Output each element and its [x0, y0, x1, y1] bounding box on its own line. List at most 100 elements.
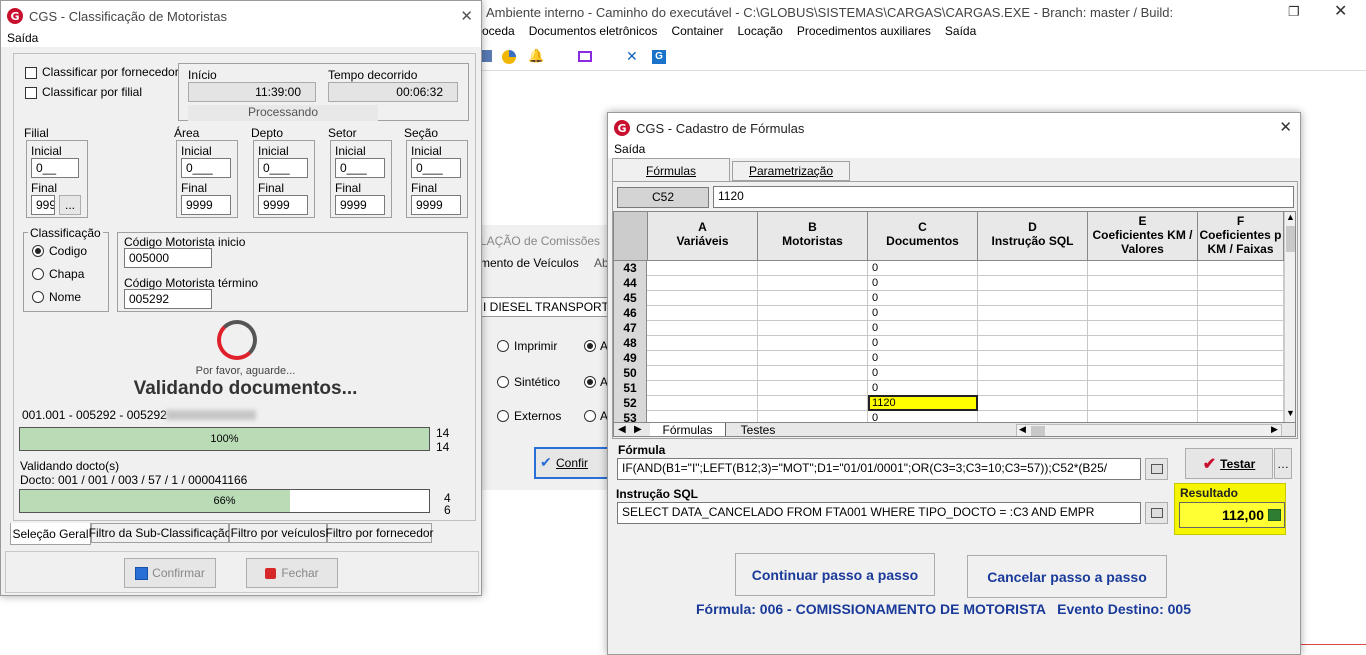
col-header-d[interactable]: D Instrução SQL: [978, 212, 1088, 260]
radio-sintetico[interactable]: [497, 376, 509, 388]
filial-inicial-field[interactable]: 0__: [31, 158, 79, 178]
menu-procedimentos-auxiliares[interactable]: Procedimentos auxiliares: [797, 24, 931, 42]
area-final-label: Final: [181, 181, 208, 195]
vertical-scrollbar[interactable]: ▲ ▼: [1284, 212, 1295, 422]
app-g-icon[interactable]: G: [652, 50, 666, 64]
pie-chart-icon[interactable]: [502, 50, 516, 64]
col-header-b[interactable]: B Motoristas: [758, 212, 868, 260]
scroll-thumb[interactable]: [1286, 226, 1295, 252]
continuar-button[interactable]: Continuar passo a passo: [735, 553, 935, 596]
cell-c[interactable]: 0: [872, 291, 878, 306]
secao-inicial-field[interactable]: 0___: [411, 158, 461, 178]
row-number[interactable]: 45: [614, 291, 647, 306]
radio-chapa[interactable]: [32, 268, 44, 280]
area-inicial-field[interactable]: 0___: [181, 158, 231, 178]
radio-externos[interactable]: [497, 410, 509, 422]
menu-documentos-eletronicos[interactable]: Documentos eletrônicos: [529, 24, 658, 42]
confirm-button[interactable]: ✔ Confir: [534, 447, 610, 479]
tab-selecao-geral[interactable]: Seleção Geral: [10, 523, 91, 545]
tab-parametrizacao[interactable]: Parametrização: [732, 161, 850, 181]
tab-formulas[interactable]: Fórmulas: [612, 158, 730, 182]
row-number[interactable]: 50: [614, 366, 647, 381]
cell-c[interactable]: 0: [872, 336, 878, 351]
depto-inicial-field[interactable]: 0___: [258, 158, 308, 178]
calculator-icon[interactable]: [1268, 509, 1281, 521]
col-header-f[interactable]: F Coeficientes p KM / Faixas: [1198, 212, 1284, 260]
cell-value-field[interactable]: 1120: [713, 186, 1294, 208]
tab-sub-classificacao[interactable]: Filtro da Sub-Classificação: [89, 523, 231, 543]
fechar-button[interactable]: Fechar: [246, 558, 338, 588]
menu-container[interactable]: Container: [671, 24, 723, 42]
cell-c[interactable]: 1120: [872, 396, 896, 411]
row-number[interactable]: 43: [614, 261, 647, 276]
veiculos-tab[interactable]: mento de Veículos: [480, 256, 579, 270]
hscroll-right-icon[interactable]: ▶: [1271, 424, 1278, 435]
setor-final-field[interactable]: 9999: [335, 195, 385, 215]
radio-a3[interactable]: [584, 410, 596, 422]
testar-more-button[interactable]: …: [1274, 448, 1292, 479]
radio-nome[interactable]: [32, 291, 44, 303]
row-number[interactable]: 46: [614, 306, 647, 321]
filial-lookup-button[interactable]: ...: [59, 195, 81, 215]
confirmar-button[interactable]: Confirmar: [124, 558, 216, 588]
chk-filial[interactable]: [25, 87, 37, 99]
hscroll-thumb[interactable]: [1031, 426, 1045, 436]
tab-filtro-fornecedor[interactable]: Filtro por fornecedor: [325, 523, 434, 543]
hscroll-left-icon[interactable]: ◀: [1019, 424, 1026, 435]
sheet-first-icon[interactable]: ◀: [618, 424, 626, 435]
menu-saida[interactable]: Saída: [945, 24, 976, 42]
cell-c[interactable]: 0: [872, 321, 878, 336]
row-number[interactable]: 48: [614, 336, 647, 351]
close-icon[interactable]: ✕: [1334, 1, 1347, 21]
formula-editor-button[interactable]: [1145, 458, 1168, 480]
testar-button[interactable]: ✔ Testar: [1185, 448, 1273, 479]
tab-filtro-veiculos[interactable]: Filtro por veículos: [229, 523, 327, 543]
sheet-tab-testes[interactable]: Testes: [728, 423, 788, 436]
cancelar-button[interactable]: Cancelar passo a passo: [967, 555, 1167, 598]
radio-codigo[interactable]: [32, 245, 44, 257]
cell-c[interactable]: 0: [872, 381, 878, 396]
sheet-tab-formulas[interactable]: Fórmulas: [650, 423, 726, 436]
cell-c[interactable]: 0: [872, 351, 878, 366]
row-number[interactable]: 44: [614, 276, 647, 291]
row-number[interactable]: 52: [614, 396, 647, 411]
area-final-field[interactable]: 9999: [181, 195, 231, 215]
chk-fornecedor[interactable]: [25, 67, 37, 79]
radio-a2[interactable]: [584, 376, 596, 388]
sheet-prev-icon[interactable]: ▶: [634, 424, 642, 435]
cell-c[interactable]: 0: [872, 306, 878, 321]
radio-a1[interactable]: [584, 340, 596, 352]
classif-menu-saida[interactable]: Saída: [7, 31, 38, 45]
bell-icon[interactable]: 🔔: [528, 48, 544, 64]
formulas-menu-saida[interactable]: Saída: [614, 142, 645, 156]
classif-close-icon[interactable]: ✕: [460, 7, 473, 25]
menu-locacao[interactable]: Locação: [737, 24, 782, 42]
menu-procedimentos[interactable]: roceda: [478, 24, 515, 42]
formula-field[interactable]: IF(AND(B1="I";LEFT(B12;3)="MOT";D1="01/0…: [617, 458, 1141, 480]
setor-inicial-field[interactable]: 0___: [335, 158, 385, 178]
formulas-close-icon[interactable]: ✕: [1279, 118, 1292, 136]
secao-final-field[interactable]: 9999: [411, 195, 461, 215]
row-number[interactable]: 49: [614, 351, 647, 366]
sql-field[interactable]: SELECT DATA_CANCELADO FROM FTA001 WHERE …: [617, 502, 1141, 524]
horizontal-scrollbar[interactable]: ◀ ▶: [1016, 424, 1282, 436]
tools-icon[interactable]: ✕: [626, 48, 638, 65]
restore-icon[interactable]: ❐: [1288, 4, 1300, 20]
col-header-a[interactable]: A Variáveis: [648, 212, 758, 260]
monitor-icon[interactable]: [578, 51, 592, 62]
scroll-up-icon[interactable]: ▲: [1286, 212, 1295, 222]
row-number[interactable]: 47: [614, 321, 647, 336]
cell-c[interactable]: 0: [872, 276, 878, 291]
col-header-c[interactable]: C Documentos: [868, 212, 978, 260]
cell-c[interactable]: 0: [872, 261, 878, 276]
cell-c[interactable]: 0: [872, 366, 878, 381]
col-header-e[interactable]: E Coeficientes KM / Valores: [1088, 212, 1198, 260]
row-number[interactable]: 51: [614, 381, 647, 396]
filial-final-field[interactable]: 999: [31, 195, 55, 215]
cod-termino-field[interactable]: 005292: [124, 289, 212, 309]
depto-final-field[interactable]: 9999: [258, 195, 308, 215]
radio-imprimir[interactable]: [497, 340, 509, 352]
scroll-down-icon[interactable]: ▼: [1286, 408, 1295, 418]
sql-editor-button[interactable]: [1145, 502, 1168, 524]
cod-inicio-field[interactable]: 005000: [124, 248, 212, 268]
